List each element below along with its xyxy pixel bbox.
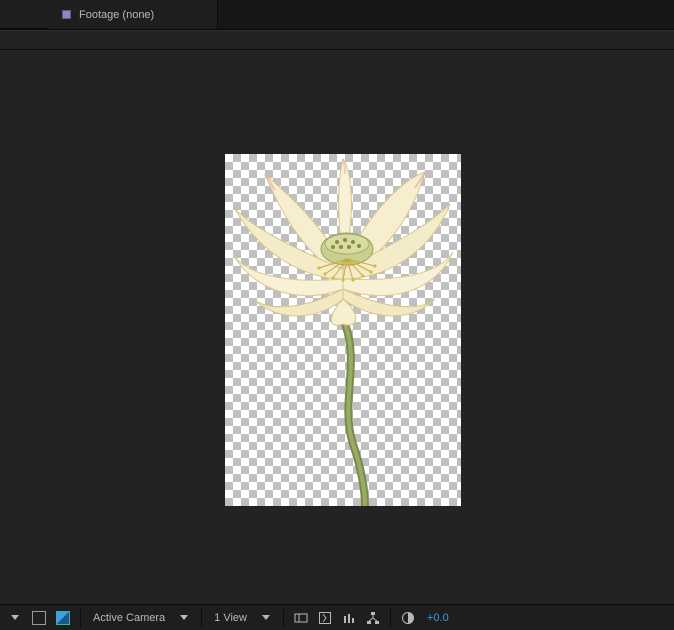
toggle-transparency-grid-button[interactable] bbox=[54, 609, 72, 627]
separator bbox=[390, 609, 391, 627]
footage-swatch-icon bbox=[62, 10, 71, 19]
fast-previews-button[interactable] bbox=[316, 609, 334, 627]
composition-viewport[interactable] bbox=[0, 50, 674, 604]
tab-gutter bbox=[0, 0, 48, 29]
panel-header-strip bbox=[0, 30, 674, 50]
tab-strip: Footage (none) bbox=[0, 0, 674, 30]
flowchart-button[interactable] bbox=[364, 609, 382, 627]
magnification-menu[interactable] bbox=[6, 609, 24, 627]
footage-image bbox=[225, 154, 461, 506]
separator bbox=[80, 609, 81, 627]
separator bbox=[201, 609, 202, 627]
view-count-label[interactable]: 1 View bbox=[210, 612, 251, 624]
camera-label[interactable]: Active Camera bbox=[89, 612, 169, 624]
separator bbox=[283, 609, 284, 627]
reset-exposure-button[interactable] bbox=[399, 609, 417, 627]
tab-footage[interactable]: Footage (none) bbox=[48, 0, 218, 29]
exposure-value[interactable]: +0.0 bbox=[423, 612, 453, 624]
grid-safezones-button[interactable] bbox=[30, 609, 48, 627]
tab-footage-label: Footage (none) bbox=[79, 9, 154, 21]
canvas bbox=[225, 154, 461, 506]
camera-menu[interactable] bbox=[175, 609, 193, 627]
viewer-footer: Active Camera 1 View +0.0 bbox=[0, 604, 674, 630]
view-layout-menu[interactable] bbox=[257, 609, 275, 627]
pixel-aspect-toggle[interactable] bbox=[292, 609, 310, 627]
timeline-button[interactable] bbox=[340, 609, 358, 627]
app-root: Footage (none) bbox=[0, 0, 674, 630]
